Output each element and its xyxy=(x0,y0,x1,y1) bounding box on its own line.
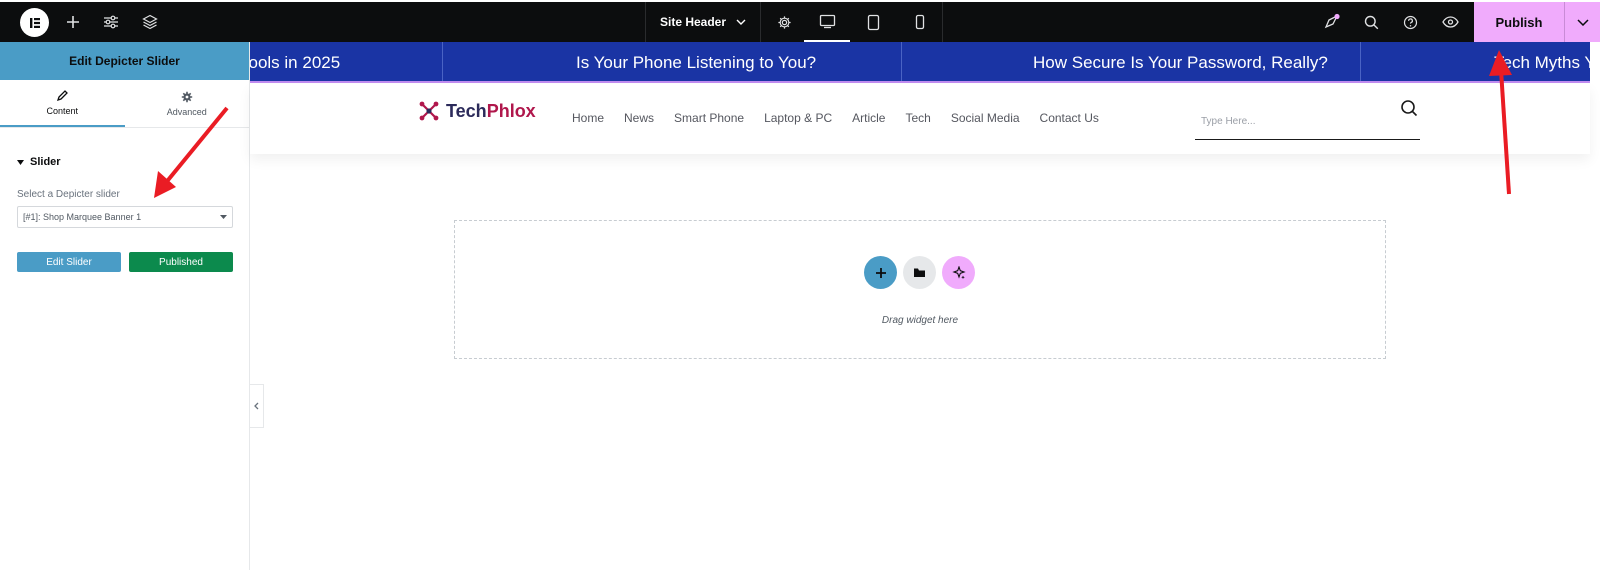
nav-item-news[interactable]: News xyxy=(624,111,654,125)
collapse-panel-button[interactable] xyxy=(250,384,264,428)
chevron-down-icon xyxy=(736,19,746,25)
chevron-left-icon xyxy=(254,402,259,410)
ticker-divider xyxy=(901,42,902,81)
notifications-icon[interactable] xyxy=(1322,12,1342,32)
document-controls: Site Header xyxy=(645,2,807,42)
add-template-button[interactable] xyxy=(903,256,936,289)
caret-down-icon xyxy=(17,159,24,165)
chevron-down-icon xyxy=(1576,18,1589,26)
add-section-button[interactable] xyxy=(864,256,897,289)
site-nav: Home News Smart Phone Laptop & PC Articl… xyxy=(572,111,1099,125)
slider-select-label: Select a Depicter slider xyxy=(17,189,120,200)
ticker-item[interactable]: How Secure Is Your Password, Really? xyxy=(1033,42,1328,81)
help-icon[interactable] xyxy=(1400,12,1420,32)
nav-item-laptop-pc[interactable]: Laptop & PC xyxy=(764,111,832,125)
nav-item-smart-phone[interactable]: Smart Phone xyxy=(674,111,744,125)
slider-select[interactable]: [#1]: Shop Marquee Banner 1 xyxy=(17,206,233,228)
site-search-input[interactable]: Type Here... xyxy=(1201,116,1255,127)
nav-item-social-media[interactable]: Social Media xyxy=(951,111,1020,125)
ticker-item[interactable]: Tools in 2025 xyxy=(250,42,340,81)
ticker-divider xyxy=(442,42,443,81)
publish-button[interactable]: Publish xyxy=(1474,2,1564,42)
annotation-arrow-icon xyxy=(1489,50,1512,195)
site-logo[interactable]: TechPhlox xyxy=(418,100,536,122)
tab-content[interactable]: Content xyxy=(0,80,125,127)
site-header-preview: TechPhlox Home News Smart Phone Laptop &… xyxy=(250,84,1590,154)
nav-item-tech[interactable]: Tech xyxy=(905,111,930,125)
mobile-view-icon[interactable] xyxy=(897,2,943,42)
pencil-icon xyxy=(57,89,69,101)
editor-topbar: Site Header Publish xyxy=(0,0,1600,42)
slider-select-value: [#1]: Shop Marquee Banner 1 xyxy=(23,212,142,222)
site-header-label: Site Header xyxy=(660,15,727,29)
techphlox-logo-icon xyxy=(419,101,439,121)
nav-item-article[interactable]: Article xyxy=(852,111,885,125)
ticker-item[interactable]: Is Your Phone Listening to You? xyxy=(576,42,816,81)
panel-title: Edit Depicter Slider xyxy=(0,42,249,80)
search-underline xyxy=(1195,139,1420,140)
add-element-icon[interactable] xyxy=(63,12,83,32)
site-settings-icon[interactable] xyxy=(101,12,121,32)
brand-name-part1: Tech xyxy=(446,100,487,121)
caret-down-icon xyxy=(220,215,227,219)
news-ticker: Tools in 2025 Is Your Phone Listening to… xyxy=(250,42,1590,83)
plus-icon xyxy=(875,267,886,278)
site-search-icon[interactable] xyxy=(1400,99,1418,122)
gear-icon xyxy=(181,91,192,102)
desktop-view-icon[interactable] xyxy=(804,2,850,42)
empty-section-dropzone[interactable]: Drag widget here xyxy=(454,220,1386,359)
search-icon[interactable] xyxy=(1361,12,1381,32)
section-title: Slider xyxy=(30,156,61,168)
sparkle-icon xyxy=(951,265,966,279)
ai-generate-button[interactable] xyxy=(942,256,975,289)
ticker-divider xyxy=(1360,42,1361,81)
nav-item-home[interactable]: Home xyxy=(572,111,604,125)
page-settings-icon[interactable] xyxy=(761,2,807,42)
preview-eye-icon[interactable] xyxy=(1440,12,1460,32)
dropzone-actions xyxy=(864,256,975,289)
tablet-view-icon[interactable] xyxy=(850,2,896,42)
nav-item-contact-us[interactable]: Contact Us xyxy=(1040,111,1099,125)
tab-content-label: Content xyxy=(46,105,79,116)
dropzone-hint: Drag widget here xyxy=(881,315,959,326)
brand-name-part2: Phlox xyxy=(486,100,536,121)
elementor-logo-icon[interactable] xyxy=(20,8,49,37)
publish-options-button[interactable] xyxy=(1564,2,1600,42)
folder-icon xyxy=(914,268,925,277)
layers-icon[interactable] xyxy=(140,12,160,32)
edit-slider-button[interactable]: Edit Slider xyxy=(17,252,121,272)
annotation-arrow-icon xyxy=(154,106,229,198)
slider-section-toggle[interactable]: Slider xyxy=(17,156,61,168)
published-status-button[interactable]: Published xyxy=(129,252,233,272)
site-header-dropdown[interactable]: Site Header xyxy=(645,2,762,42)
